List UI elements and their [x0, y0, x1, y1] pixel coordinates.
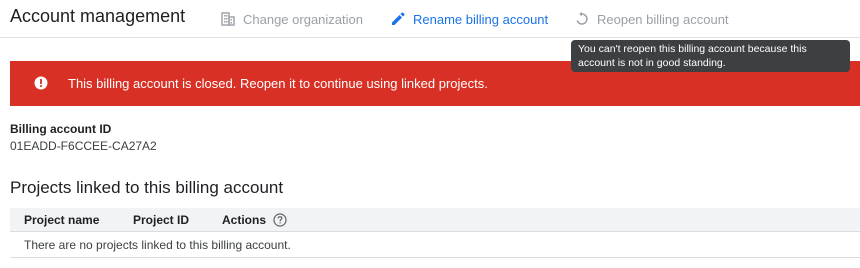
- building-icon: [220, 11, 236, 27]
- column-header-project-name: Project name: [24, 213, 100, 227]
- projects-table-header: Project name Project ID Actions: [10, 208, 860, 232]
- empty-projects-message: There are no projects linked to this bil…: [24, 238, 291, 252]
- billing-account-id-label: Billing account ID: [10, 122, 112, 136]
- error-icon: [34, 76, 48, 90]
- column-header-project-id: Project ID: [133, 213, 190, 227]
- column-header-actions-label: Actions: [222, 213, 267, 227]
- pencil-icon: [390, 11, 406, 27]
- reopen-disabled-tooltip: You can't reopen this billing account be…: [571, 40, 850, 72]
- header-bar: Account management Change organization R…: [0, 0, 860, 38]
- billing-account-id-value: 01EADD-F6CCEE-CA27A2: [10, 139, 157, 153]
- table-row: There are no projects linked to this bil…: [10, 232, 860, 258]
- column-header-actions: Actions: [222, 213, 287, 227]
- page-title: Account management: [10, 6, 186, 26]
- change-organization-button[interactable]: Change organization: [220, 9, 363, 29]
- help-circle-icon[interactable]: [273, 213, 287, 227]
- refresh-icon: [574, 11, 590, 27]
- change-organization-label: Change organization: [243, 11, 363, 27]
- banner-message: This billing account is closed. Reopen i…: [68, 76, 488, 91]
- tooltip-line-1: You can't reopen this billing account be…: [578, 43, 807, 55]
- projects-section-title: Projects linked to this billing account: [10, 178, 284, 197]
- reopen-billing-account-button[interactable]: Reopen billing account: [574, 9, 729, 29]
- reopen-billing-account-label: Reopen billing account: [597, 11, 729, 27]
- tooltip-line-2: account is not in good standing.: [578, 57, 726, 69]
- rename-billing-account-button[interactable]: Rename billing account: [390, 9, 548, 29]
- rename-billing-account-label: Rename billing account: [413, 11, 549, 27]
